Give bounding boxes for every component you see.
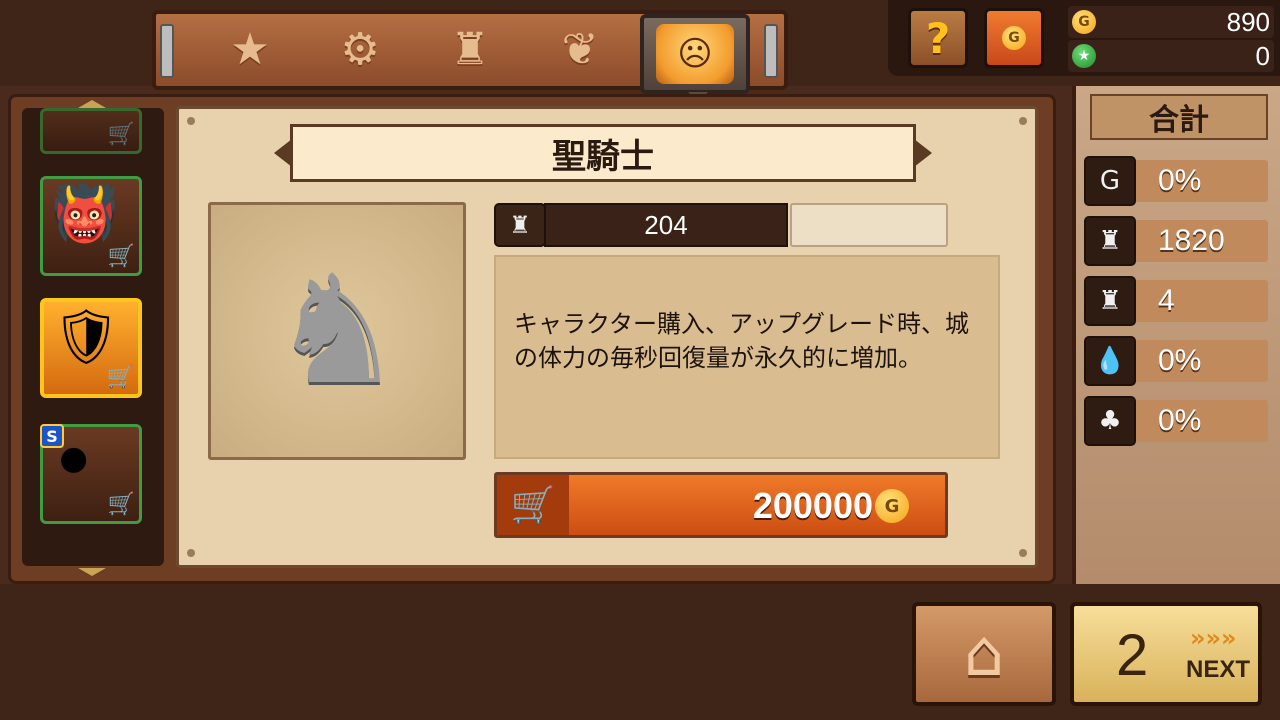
s-rank-badge: S <box>40 424 64 448</box>
summary-value: 1820 <box>1158 224 1225 257</box>
samurai-icon: 👹 <box>51 182 119 245</box>
character-slot-partial[interactable]: 🛒 <box>40 108 142 154</box>
shop-cash-button[interactable]: G <box>984 8 1044 68</box>
summary-row-gold: G 0% <box>1084 156 1268 206</box>
star-coin-icon: ★ <box>1072 44 1096 68</box>
home-icon: ⌂ <box>963 617 1005 691</box>
cart-icon: 🛒 <box>107 122 135 147</box>
gold-up-icon: G <box>1084 156 1136 206</box>
castle-heal-icon: ♜ <box>1084 276 1136 326</box>
gold-value: 890 <box>1226 6 1270 37</box>
tab-hero[interactable]: ☹ <box>640 14 750 94</box>
clover-icon: ♣ <box>1084 396 1136 446</box>
help-button[interactable]: ? <box>908 8 968 68</box>
scroll-up-arrow-icon[interactable] <box>78 100 106 108</box>
description-text: キャラクター購入、アップグレード時、城の体力の毎秒回復量が永久的に増加。 <box>514 310 970 372</box>
question-icon: ? <box>925 13 951 63</box>
gold-counter: G 890 <box>1068 6 1274 38</box>
rivet <box>1019 549 1027 557</box>
holy-knight-icon: 🛡 <box>52 305 121 368</box>
holy-knight-portrait-icon: ♞ <box>269 244 405 418</box>
rivet <box>1019 117 1027 125</box>
tab-hinge-left <box>160 24 174 78</box>
tab-hinge-right <box>764 24 778 78</box>
hero-face-icon: ☹ <box>656 24 734 84</box>
summary-value: 4 <box>1158 284 1175 317</box>
gold-coin-icon: G <box>1072 10 1096 34</box>
summary-row-castle: ♜ 1820 <box>1084 216 1268 266</box>
character-slot-holy-knight[interactable]: 🛡 🛒 <box>40 298 142 398</box>
next-stage-button[interactable]: 2 »»» NEXT <box>1070 602 1262 706</box>
character-name-banner: 聖騎士 <box>290 124 916 182</box>
summary-value: 0% <box>1158 344 1202 377</box>
rivet <box>187 549 195 557</box>
castle-heal-stat-icon: ♜ <box>494 203 546 247</box>
buy-button[interactable]: 🛒 200000 G <box>494 472 948 538</box>
character-slot-samurai[interactable]: 👹 🛒 <box>40 176 142 276</box>
banner-tip-right <box>914 139 932 167</box>
stat-value: 204 <box>644 209 688 240</box>
summary-value: 0% <box>1158 164 1202 197</box>
star-icon: ★ <box>230 24 270 75</box>
cannon-icon: ⚙ <box>340 24 380 75</box>
summary-row-clover: ♣ 0% <box>1084 396 1268 446</box>
summary-value: 0% <box>1158 404 1202 437</box>
stage-number: 2 <box>1116 623 1149 688</box>
stat-bar: 204 <box>544 203 788 247</box>
cart-icon: 🛒 <box>497 475 569 535</box>
cart-icon: 🛒 <box>106 365 134 390</box>
home-button[interactable]: ⌂ <box>912 602 1056 706</box>
scroll-icon: ❦ <box>561 24 599 75</box>
category-tabs: ★ ⚙ ♜ ❦ ☹ <box>152 10 788 94</box>
next-label: NEXT <box>1186 656 1251 683</box>
castle-icon: ♜ <box>450 24 490 75</box>
cash-icon: G <box>1002 26 1026 50</box>
summary-row-drops: 💧 0% <box>1084 336 1268 386</box>
summary-row-castle-heal: ♜ 4 <box>1084 276 1268 326</box>
stat-bar-extra <box>790 203 948 247</box>
character-name: 聖騎士 <box>552 136 654 177</box>
next-arrows-icon: »»» <box>1190 624 1237 652</box>
tab-castle[interactable]: ♜ <box>420 18 520 82</box>
drops-icon: 💧 <box>1084 336 1136 386</box>
cart-icon: 🛒 <box>107 492 135 517</box>
character-portrait: ♞ <box>208 202 466 460</box>
summary-title: 合計 <box>1149 103 1209 138</box>
scroll-down-arrow-icon[interactable] <box>78 568 106 576</box>
tab-star[interactable]: ★ <box>200 18 300 82</box>
price-value: 200000 <box>752 485 873 526</box>
star-value: 0 <box>1255 40 1270 71</box>
gold-coin-icon: G <box>875 489 909 523</box>
star-counter: ★ 0 <box>1068 40 1274 72</box>
cart-icon: 🛒 <box>107 244 135 269</box>
wallet-panel: ? G G 890 ★ 0 <box>888 0 1280 76</box>
tab-cannon[interactable]: ⚙ <box>310 18 410 82</box>
description-box: キャラクター購入、アップグレード時、城の体力の毎秒回復量が永久的に増加。 <box>494 255 1000 459</box>
castle-icon: ♜ <box>1084 216 1136 266</box>
rivet <box>187 117 195 125</box>
summary-header: 合計 <box>1090 94 1268 140</box>
tab-scroll[interactable]: ❦ <box>530 18 630 82</box>
